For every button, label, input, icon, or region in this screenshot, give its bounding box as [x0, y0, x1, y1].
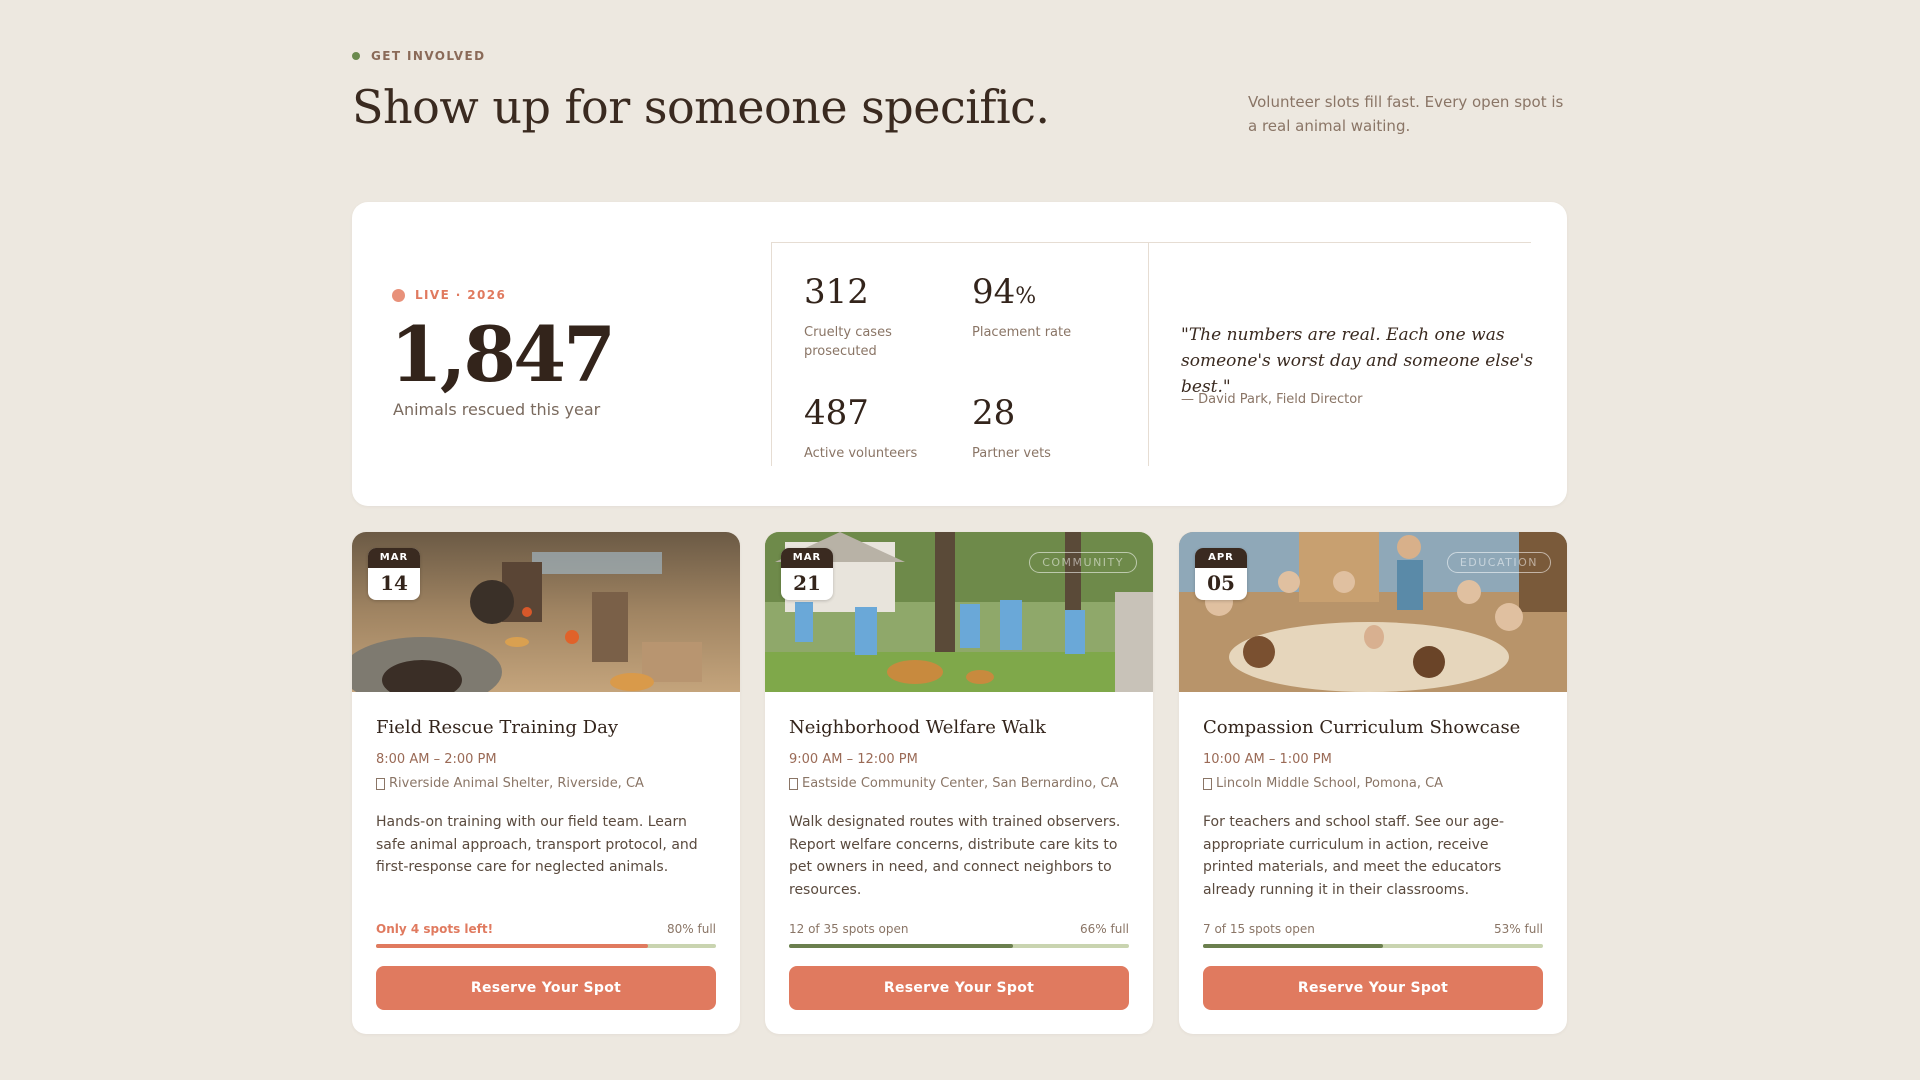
capacity-bar-fill [1203, 944, 1384, 948]
spots-remaining: 12 of 35 spots open [789, 922, 909, 936]
capacity-bar [789, 944, 1129, 948]
stat-value: 487 [804, 393, 869, 433]
event-date-badge: APR 05 [1195, 548, 1247, 600]
capacity-bar-fill [376, 944, 648, 948]
event-title: Neighborhood Welfare Walk [789, 717, 1046, 738]
event-location-text: Eastside Community Center, San Bernardin… [802, 776, 1119, 791]
event-availability: Only 4 spots left! 80% full [376, 922, 716, 936]
stat-cruelty-cases: 312 Cruelty cases prosecuted [804, 272, 934, 361]
stats-grid: 312 Cruelty cases prosecuted 94% Placeme… [771, 242, 1149, 466]
stat-label: Placement rate [972, 325, 1072, 340]
stat-label: Partner vets [972, 446, 1051, 461]
section-eyebrow: GET INVOLVED [352, 49, 485, 63]
page-title: Show up for someone specific. [352, 80, 1050, 134]
stat-label: Cruelty cases prosecuted [804, 325, 892, 359]
rescued-label: Animals rescued this year [393, 400, 601, 419]
event-time: 8:00 AM – 2:00 PM [376, 752, 497, 767]
reserve-spot-button[interactable]: Reserve Your Spot [376, 966, 716, 1010]
event-day: 21 [793, 571, 821, 595]
stat-placement-rate: 94% Placement rate [972, 272, 1102, 342]
event-card: MAR 14 Field Rescue Training Day 8:00 AM… [352, 532, 740, 1034]
quote-attribution: — David Park, Field Director [1181, 392, 1363, 407]
section-lede: Volunteer slots fill fast. Every open sp… [1248, 93, 1564, 135]
event-description: Hands-on training with our field team. L… [376, 814, 698, 875]
reserve-spot-button[interactable]: Reserve Your Spot [1203, 966, 1543, 1010]
capacity-bar [1203, 944, 1543, 948]
location-pin-icon [1203, 777, 1212, 790]
location-pin-icon [376, 777, 385, 790]
live-label: LIVE · 2026 [415, 288, 507, 302]
testimonial-quote: "The numbers are real. Each one was some… [1181, 325, 1533, 397]
event-month: APR [1195, 548, 1247, 568]
event-title: Compassion Curriculum Showcase [1203, 717, 1521, 738]
event-time: 9:00 AM – 12:00 PM [789, 752, 918, 767]
stat-active-volunteers: 487 Active volunteers [804, 393, 934, 463]
event-title: Field Rescue Training Day [376, 717, 619, 738]
stat-unit: % [1015, 284, 1037, 309]
stat-value: 312 [804, 272, 869, 312]
event-location-text: Riverside Animal Shelter, Riverside, CA [389, 776, 644, 791]
stat-value: 94 [972, 272, 1016, 312]
spots-remaining: 7 of 15 spots open [1203, 922, 1315, 936]
event-category-tag: EDUCATION [1446, 552, 1551, 573]
event-location: Lincoln Middle School, Pomona, CA [1203, 776, 1443, 791]
event-description: Walk designated routes with trained obse… [789, 814, 1121, 898]
reserve-spot-button[interactable]: Reserve Your Spot [789, 966, 1129, 1010]
location-pin-icon [789, 777, 798, 790]
event-day: 05 [1207, 571, 1235, 595]
fill-percentage: 66% full [1080, 922, 1129, 936]
fill-percentage: 53% full [1494, 922, 1543, 936]
capacity-bar [376, 944, 716, 948]
event-photo: MAR 21 COMMUNITY [765, 532, 1153, 692]
live-badge: LIVE · 2026 [392, 288, 506, 302]
event-photo: MAR 14 [352, 532, 740, 692]
event-day: 14 [380, 571, 408, 595]
event-card: APR 05 EDUCATION Compassion Curriculum S… [1179, 532, 1567, 1034]
eyebrow-label: GET INVOLVED [371, 49, 486, 63]
event-month: MAR [368, 548, 420, 568]
event-availability: 7 of 15 spots open 53% full [1203, 922, 1543, 936]
capacity-bar-fill [789, 944, 1014, 948]
eyebrow-dot [352, 52, 360, 60]
stat-label: Active volunteers [804, 446, 918, 461]
rescued-count: 1,847 [390, 310, 616, 399]
event-time: 10:00 AM – 1:00 PM [1203, 752, 1332, 767]
fill-percentage: 80% full [667, 922, 716, 936]
event-date-badge: MAR 21 [781, 548, 833, 600]
impact-stats-card: LIVE · 2026 1,847 Animals rescued this y… [352, 202, 1567, 506]
event-card: MAR 21 COMMUNITY Neighborhood Welfare Wa… [765, 532, 1153, 1034]
event-description: For teachers and school staff. See our a… [1203, 814, 1505, 898]
event-date-badge: MAR 14 [368, 548, 420, 600]
spots-remaining: Only 4 spots left! [376, 922, 494, 936]
event-category-tag: COMMUNITY [1029, 552, 1137, 573]
event-availability: 12 of 35 spots open 66% full [789, 922, 1129, 936]
event-location-text: Lincoln Middle School, Pomona, CA [1216, 776, 1444, 791]
stat-partner-vets: 28 Partner vets [972, 393, 1102, 463]
event-location: Riverside Animal Shelter, Riverside, CA [376, 776, 644, 791]
live-dot [392, 288, 405, 302]
event-photo: APR 05 EDUCATION [1179, 532, 1567, 692]
stat-value: 28 [972, 393, 1016, 433]
event-location: Eastside Community Center, San Bernardin… [789, 776, 1118, 791]
event-month: MAR [781, 548, 833, 568]
